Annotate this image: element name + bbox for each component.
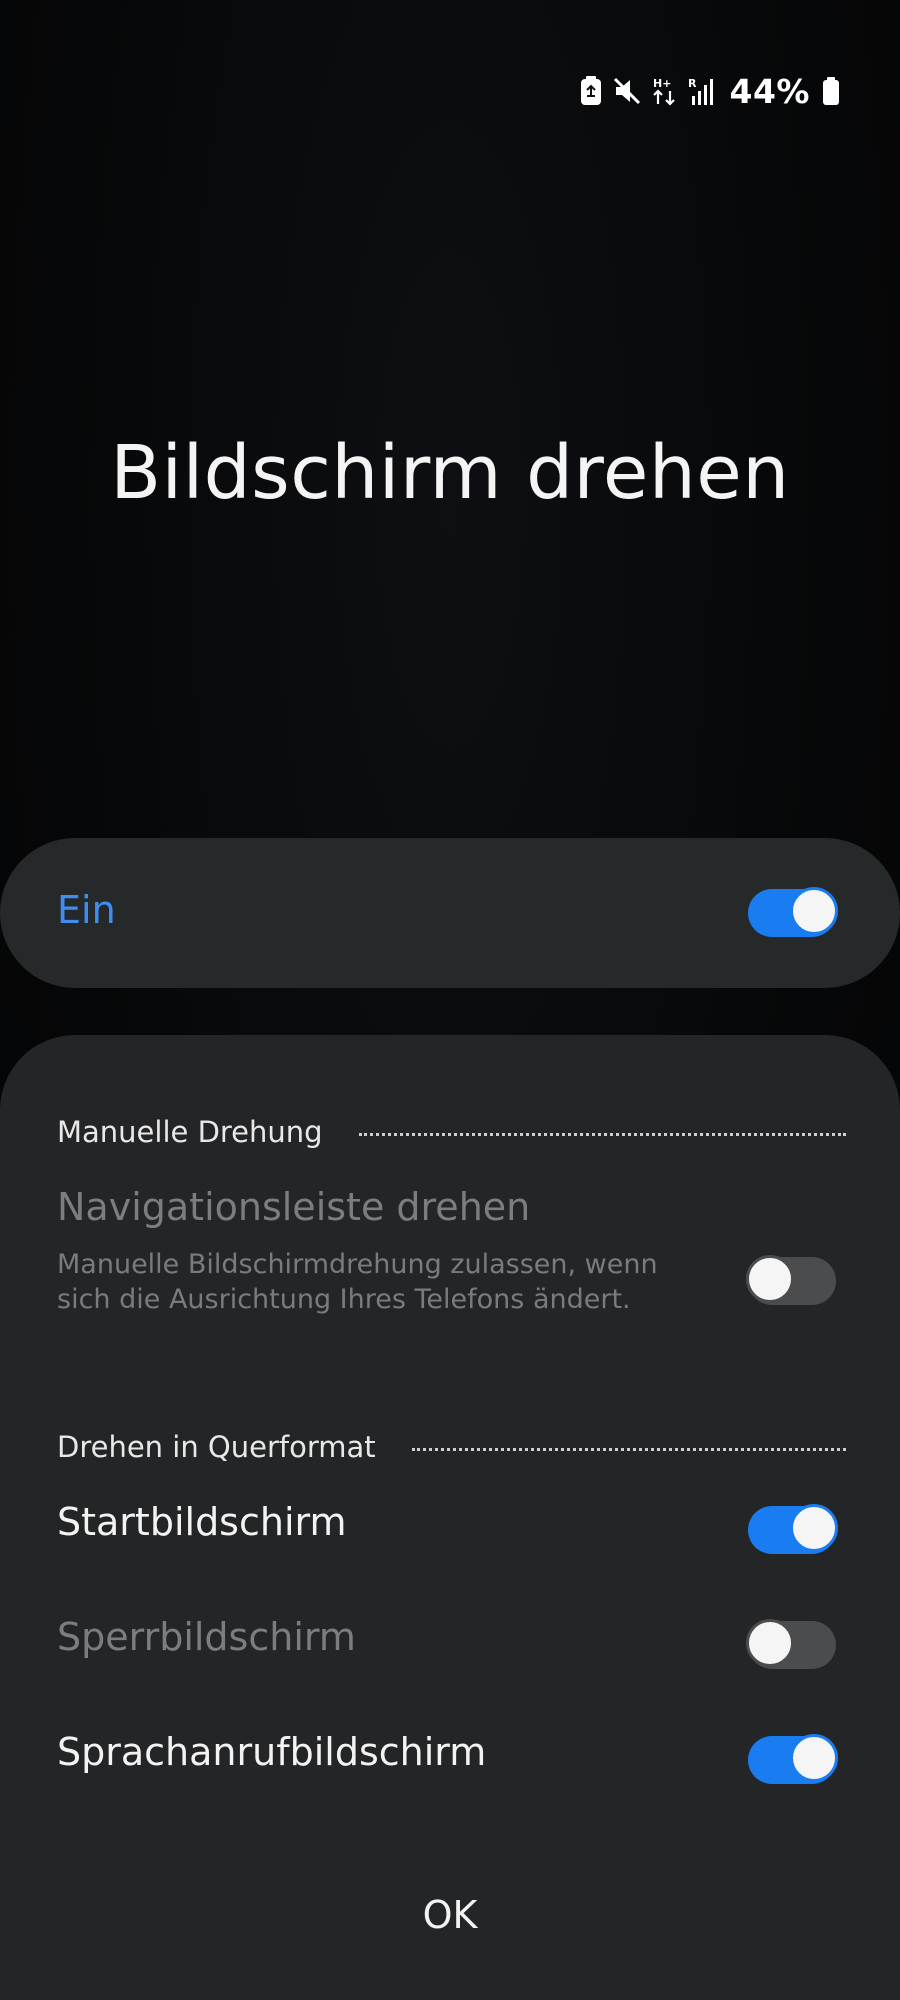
battery-percent: 44%: [729, 71, 810, 111]
battery-saver-icon: [580, 76, 602, 106]
toggle-knob: [790, 887, 838, 935]
setting-title: Startbildschirm: [57, 1500, 347, 1544]
status-bar: H+ R 44%: [580, 66, 841, 116]
setting-title: Sperrbildschirm: [57, 1615, 356, 1659]
setting-title: Navigationsleiste drehen: [57, 1185, 531, 1229]
voice-call-screen-toggle[interactable]: [748, 1734, 838, 1784]
navigation-bar-toggle[interactable]: [746, 1255, 836, 1305]
signal-roaming-icon: R: [688, 76, 716, 106]
toggle-knob: [746, 1619, 794, 1667]
dotted-divider: [358, 1132, 846, 1136]
home-screen-toggle[interactable]: [748, 1504, 838, 1554]
setting-row-lock-screen[interactable]: Sperrbildschirm: [0, 1615, 900, 1695]
setting-title: Sprachanrufbildschirm: [57, 1730, 487, 1774]
setting-row-home-screen[interactable]: Startbildschirm: [0, 1500, 900, 1580]
mute-icon: [612, 76, 642, 106]
setting-row-navigation-bar[interactable]: Navigationsleiste drehen Manuelle Bildsc…: [0, 1185, 900, 1345]
toggle-knob: [790, 1734, 838, 1782]
options-card: Manuelle Drehung Navigationsleiste drehe…: [0, 1035, 900, 2000]
screen: H+ R 44% Bildschirm drehen Ein Manuelle …: [0, 0, 900, 2000]
page-title: Bildschirm drehen: [110, 430, 790, 516]
toggle-knob: [746, 1255, 794, 1303]
section-header-manual: Manuelle Drehung: [57, 1115, 846, 1149]
ok-button[interactable]: OK: [350, 1880, 550, 1950]
setting-description: Manuelle Bildschirmdrehung zulassen, wen…: [57, 1249, 658, 1315]
battery-icon: [822, 76, 840, 106]
svg-text:H+: H+: [653, 77, 671, 90]
section-header-landscape-label: Drehen in Querformat: [57, 1430, 376, 1464]
main-toggle-switch[interactable]: [748, 887, 838, 937]
lock-screen-toggle[interactable]: [746, 1619, 836, 1669]
svg-text:R: R: [688, 77, 697, 90]
main-toggle-label: Ein: [57, 888, 116, 932]
dotted-divider: [411, 1447, 846, 1451]
main-toggle-card[interactable]: Ein: [0, 838, 900, 988]
setting-row-voice-call-screen[interactable]: Sprachanrufbildschirm: [0, 1730, 900, 1810]
section-header-landscape: Drehen in Querformat: [57, 1430, 846, 1464]
network-hplus-icon: H+: [652, 76, 678, 106]
toggle-knob: [790, 1504, 838, 1552]
section-header-manual-label: Manuelle Drehung: [57, 1115, 323, 1149]
